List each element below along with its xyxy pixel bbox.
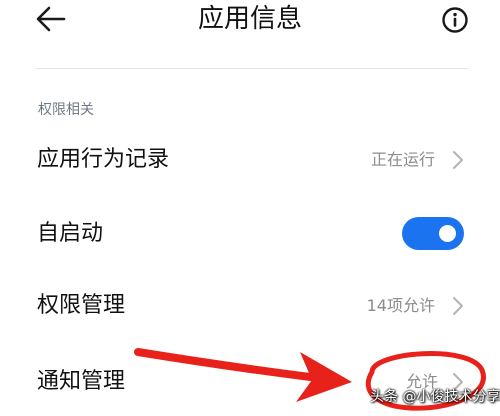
row-permission-management[interactable]: 权限管理 14项允许 (0, 286, 500, 326)
page-title: 应用信息 (197, 4, 302, 34)
info-button[interactable] (441, 6, 469, 34)
section-label: 权限相关 (38, 102, 94, 118)
chevron-right-icon (453, 297, 463, 315)
info-circle-icon (442, 7, 468, 33)
row-label: 自启动 (37, 221, 104, 246)
watermark-text: 头条 @小俊技术分享 (370, 389, 500, 405)
row-label: 通知管理 (37, 369, 126, 394)
toggle-knob (439, 225, 456, 242)
row-value: 正在运行 (370, 150, 435, 169)
auto-start-toggle[interactable] (402, 217, 464, 250)
header-divider (36, 68, 468, 69)
chevron-right-icon (453, 151, 463, 169)
annotation-overlay (134, 348, 486, 411)
row-app-behavior-record[interactable]: 应用行为记录 正在运行 (0, 140, 500, 180)
row-label: 应用行为记录 (37, 147, 170, 172)
row-auto-start: 自启动 (0, 213, 380, 253)
row-value: 14项允许 (366, 296, 435, 315)
row-label: 权限管理 (37, 293, 126, 318)
